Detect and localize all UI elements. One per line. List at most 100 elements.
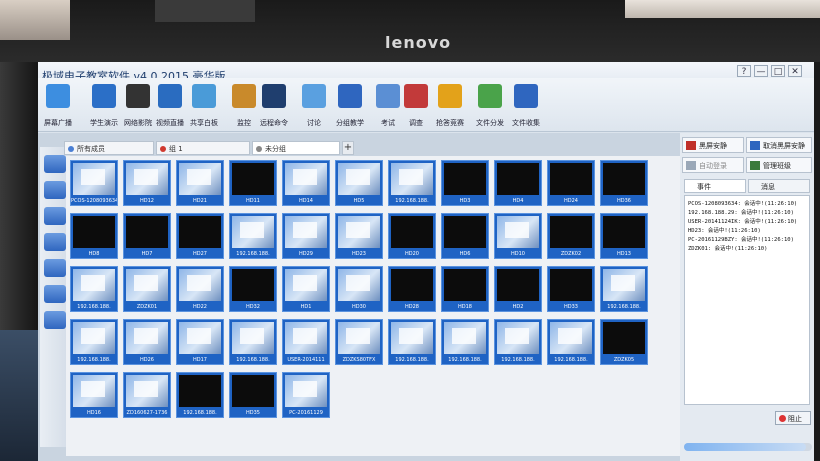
student-thumbnail[interactable]: HD36 — [600, 160, 648, 206]
student-thumbnail[interactable]: 192.168.188. — [229, 319, 277, 365]
stop-button[interactable]: 阻止 — [775, 411, 811, 425]
main-toolbar: 屏幕广播 学生演示 网络影院 视频直播 共享白板 监控 远程命令 讨论 分组教学 考试 调查 抢答竞赛… — [38, 78, 814, 132]
student-thumbnail[interactable]: HD12 — [123, 160, 171, 206]
student-thumbnail[interactable]: HD14 — [282, 160, 330, 206]
student-thumbnail[interactable]: ZDZK02 — [547, 213, 595, 259]
student-thumbnail[interactable]: ZD160627-1736 — [123, 372, 171, 418]
student-icon[interactable] — [44, 207, 66, 225]
student-thumbnail[interactable]: HD5 — [335, 160, 383, 206]
student-thumbnail[interactable]: USER-2014111 — [282, 319, 330, 365]
student-thumbnail[interactable]: PC-20161129 — [282, 372, 330, 418]
student-thumbnail[interactable]: 192.168.188. — [229, 213, 277, 259]
tab-events[interactable]: 事件 — [684, 179, 746, 193]
student-thumbnail[interactable]: HD33 — [547, 266, 595, 312]
student-screen — [232, 322, 274, 354]
student-thumbnail[interactable]: 192.168.188. — [547, 319, 595, 365]
user-icon[interactable] — [44, 285, 66, 303]
student-thumbnail[interactable]: HD32 — [229, 266, 277, 312]
tab-label: 组 1 — [169, 145, 183, 153]
student-screen — [232, 269, 274, 301]
tab-ungrouped[interactable]: 未分组 — [252, 141, 340, 155]
student-name: HD33 — [564, 304, 578, 310]
student-thumbnail[interactable]: HD3 — [441, 160, 489, 206]
student-thumbnail[interactable]: HD6 — [441, 213, 489, 259]
volume-slider[interactable] — [684, 443, 812, 451]
student-screen — [550, 322, 592, 354]
student-demo-icon — [92, 84, 116, 108]
minimize-button[interactable]: — — [754, 65, 768, 77]
student-thumbnail[interactable]: HD20 — [388, 213, 436, 259]
close-button[interactable]: ✕ — [788, 65, 802, 77]
list-view-icon[interactable] — [44, 181, 66, 199]
tab-messages[interactable]: 消息 — [748, 179, 810, 193]
maximize-button[interactable]: □ — [771, 65, 785, 77]
edit-icon[interactable] — [44, 311, 66, 329]
student-thumbnail[interactable]: 192.168.188. — [441, 319, 489, 365]
student-thumbnail[interactable]: HD17 — [176, 319, 224, 365]
student-thumbnail[interactable]: HD26 — [123, 319, 171, 365]
student-thumbnail[interactable]: HD10 — [494, 213, 542, 259]
blackscreen-button[interactable]: 黑屏安静 — [682, 137, 744, 153]
student-thumbnail[interactable]: 192.168.188. — [600, 266, 648, 312]
student-thumbnail[interactable]: HD27 — [176, 213, 224, 259]
student-thumbnail[interactable]: HD18 — [441, 266, 489, 312]
toolbar-button[interactable]: 文件收集 — [506, 84, 546, 128]
student-thumbnail[interactable]: HD28 — [388, 266, 436, 312]
student-thumbnail[interactable]: 192.168.188. — [388, 319, 436, 365]
toolbar-button[interactable]: 屏幕广播 — [38, 84, 78, 128]
student-thumbnail[interactable]: HD30 — [335, 266, 383, 312]
student-thumbnail[interactable]: HD23 — [335, 213, 383, 259]
file-collect-icon — [514, 84, 538, 108]
student-thumbnail[interactable]: HD35 — [229, 372, 277, 418]
thumbnail-view-icon[interactable] — [44, 155, 66, 173]
help-button[interactable]: ? — [737, 65, 751, 77]
student-thumbnail[interactable]: HD29 — [282, 213, 330, 259]
student-thumbnail[interactable]: 192.168.188. — [70, 319, 118, 365]
tab-all-members[interactable]: 所有成员 — [64, 141, 154, 155]
student-thumbnail[interactable]: PCOS-1208093634 — [70, 160, 118, 206]
toolbar-button[interactable]: 共享白板 — [184, 84, 224, 128]
student-thumbnail[interactable]: 192.168.188. — [176, 372, 224, 418]
student-thumbnail[interactable]: 192.168.188. — [494, 319, 542, 365]
student-screen — [550, 163, 592, 195]
student-thumbnail[interactable]: ZDZK05 — [600, 319, 648, 365]
auto-login-button[interactable]: 自动登录 — [682, 157, 744, 173]
student-name: HD35 — [246, 410, 260, 416]
student-screen — [285, 269, 327, 301]
student-thumbnail[interactable]: HD21 — [176, 160, 224, 206]
student-thumbnail[interactable]: ZDZK01 — [123, 266, 171, 312]
toolbar-button[interactable]: 抢答竞赛 — [430, 84, 470, 128]
toolbar-button[interactable]: 远程命令 — [254, 84, 294, 128]
student-thumbnail[interactable]: HD7 — [123, 213, 171, 259]
add-group-button[interactable]: + — [342, 141, 354, 155]
student-thumbnail[interactable]: HD16 — [70, 372, 118, 418]
student-thumbnail[interactable]: HD24 — [547, 160, 595, 206]
toolbar-button[interactable]: 讨论 — [294, 84, 334, 128]
student-thumbnail[interactable]: HD11 — [229, 160, 277, 206]
student-name: HD8 — [88, 251, 100, 257]
student-thumbnail[interactable]: 192.168.188. — [388, 160, 436, 206]
student-name: ZDZK05 — [613, 357, 635, 363]
student-thumbnail[interactable]: HD2 — [494, 266, 542, 312]
student-screen — [444, 269, 486, 301]
manage-class-button[interactable]: 管理班级 — [746, 157, 812, 173]
student-thumbnail[interactable]: HD8 — [70, 213, 118, 259]
student-thumbnail[interactable]: 192.168.188. — [70, 266, 118, 312]
tab-group-1[interactable]: 组 1 — [156, 141, 250, 155]
student-screen — [126, 163, 168, 195]
student-thumbnail[interactable]: HD1 — [282, 266, 330, 312]
student-name: 192.168.188. — [236, 357, 270, 363]
student-thumbnail[interactable]: HD4 — [494, 160, 542, 206]
button-label: 黑屏安静 — [699, 142, 727, 150]
student-thumbnail[interactable]: ZDZKS80TFX — [335, 319, 383, 365]
toolbar-button[interactable]: 分组教学 — [330, 84, 370, 128]
student-thumbnail[interactable]: HD22 — [176, 266, 224, 312]
background-ceiling — [625, 0, 820, 18]
student-screen — [179, 216, 221, 248]
lock-icon[interactable] — [44, 233, 66, 251]
student-screen — [603, 269, 645, 301]
toolbar-button[interactable]: 文件分发 — [470, 84, 510, 128]
history-icon[interactable] — [44, 259, 66, 277]
cancel-blackscreen-button[interactable]: 取消黑屏安静 — [746, 137, 812, 153]
student-thumbnail[interactable]: HD13 — [600, 213, 648, 259]
